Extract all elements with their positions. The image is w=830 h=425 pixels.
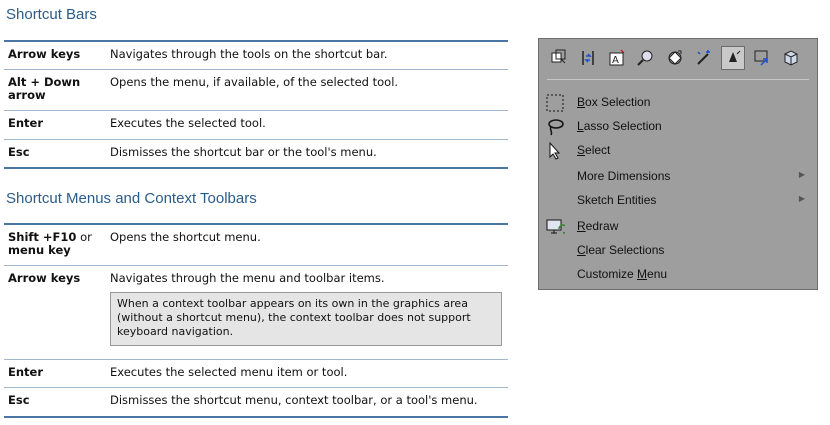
menu-item-more-dimensions[interactable]: More Dimensions ▶ xyxy=(539,165,819,187)
key-cell: Enter xyxy=(8,116,44,130)
key-cell: Arrow keys xyxy=(8,47,81,61)
description-cell: Opens the menu, if available, of the sel… xyxy=(110,75,399,89)
key-shift-f10: Shift +F10 xyxy=(8,230,77,244)
key-cell: Shift +F10 or menu key xyxy=(8,231,98,257)
menu-item-label: Redraw xyxy=(577,219,619,233)
shortcut-menu-panel: A Box Selection Lasso Selection Select M… xyxy=(538,38,818,290)
shortcut-menus-table: Shift +F10 or menu key Opens the shortcu… xyxy=(4,223,508,418)
table-row: Enter Executes the selected tool. xyxy=(4,111,508,140)
table-row: Esc Dismisses the shortcut menu, context… xyxy=(4,388,508,416)
menu-item-redraw[interactable]: Redraw xyxy=(539,215,819,237)
toolbar-divider xyxy=(547,79,809,80)
table-row: Esc Dismisses the shortcut bar or the to… xyxy=(4,140,508,167)
undo-arrow-icon[interactable] xyxy=(750,46,774,70)
menu-item-clear-selections[interactable]: Clear Selections xyxy=(539,239,819,261)
cursor-arrow-icon xyxy=(545,141,565,161)
menu-item-label: Clear Selections xyxy=(577,243,665,257)
menu-item-label: Sketch Entities xyxy=(577,193,657,207)
section-title-shortcut-bars: Shortcut Bars xyxy=(6,6,97,23)
menu-item-label: Lasso Selection xyxy=(577,119,662,133)
menu-item-lasso-selection[interactable]: Lasso Selection xyxy=(539,115,819,137)
menu-item-label: Customize Menu xyxy=(577,267,668,281)
description-cell: Executes the selected menu item or tool. xyxy=(110,365,348,379)
table-row: Arrow keys Navigates through the menu an… xyxy=(4,266,508,360)
part-3d-icon[interactable] xyxy=(779,46,803,70)
key-cell: Esc xyxy=(8,145,30,159)
menu-item-label: Select xyxy=(577,143,611,157)
select-tool-icon[interactable] xyxy=(721,46,745,70)
key-cell: Enter xyxy=(8,365,44,379)
menu-item-label: Box Selection xyxy=(577,95,651,109)
svg-text:A: A xyxy=(612,55,619,66)
description-cell: Dismisses the shortcut bar or the tool's… xyxy=(110,145,377,159)
table-row: Enter Executes the selected menu item or… xyxy=(4,360,508,388)
section-title-shortcut-menus: Shortcut Menus and Context Toolbars xyxy=(6,190,257,207)
rotate-view-icon[interactable] xyxy=(663,46,687,70)
description-cell: Navigates through the tools on the short… xyxy=(110,47,388,61)
view-orientation-icon[interactable] xyxy=(547,46,571,70)
context-toolbar: A xyxy=(543,43,813,73)
description-cell: Dismisses the shortcut menu, context too… xyxy=(110,393,478,407)
smart-dimension-icon[interactable]: A xyxy=(605,46,629,70)
zoom-icon[interactable] xyxy=(634,46,658,70)
sketch-relations-icon[interactable] xyxy=(576,46,600,70)
key-or: or xyxy=(76,230,92,244)
note-box: When a context toolbar appears on its ow… xyxy=(110,292,502,346)
table-row: Arrow keys Navigates through the tools o… xyxy=(4,42,508,70)
menu-item-customize-menu[interactable]: Customize Menu xyxy=(539,263,819,285)
table-row: Alt + Down arrow Opens the menu, if avai… xyxy=(4,70,508,111)
key-cell: Alt + Down arrow xyxy=(8,75,81,102)
box-selection-icon xyxy=(545,93,565,113)
submenu-arrow-icon: ▶ xyxy=(798,170,805,179)
table-row: Shift +F10 or menu key Opens the shortcu… xyxy=(4,225,508,266)
menu-item-select[interactable]: Select xyxy=(539,139,819,161)
key-cell: Esc xyxy=(8,393,30,407)
shortcut-bars-table: Arrow keys Navigates through the tools o… xyxy=(4,40,508,169)
redraw-icon xyxy=(545,217,568,237)
description-cell: Executes the selected tool. xyxy=(110,116,266,130)
menu-item-label: More Dimensions xyxy=(577,169,671,183)
menu-item-sketch-entities[interactable]: Sketch Entities ▶ xyxy=(539,189,819,211)
key-cell: Arrow keys xyxy=(8,271,81,285)
magic-select-icon[interactable] xyxy=(692,46,716,70)
submenu-arrow-icon: ▶ xyxy=(798,194,805,203)
menu-item-box-selection[interactable]: Box Selection xyxy=(539,91,819,113)
lasso-icon xyxy=(545,117,565,137)
description-cell: Navigates through the menu and toolbar i… xyxy=(110,271,385,285)
key-menu-key: menu key xyxy=(8,243,71,257)
description-cell: Opens the shortcut menu. xyxy=(110,230,261,244)
